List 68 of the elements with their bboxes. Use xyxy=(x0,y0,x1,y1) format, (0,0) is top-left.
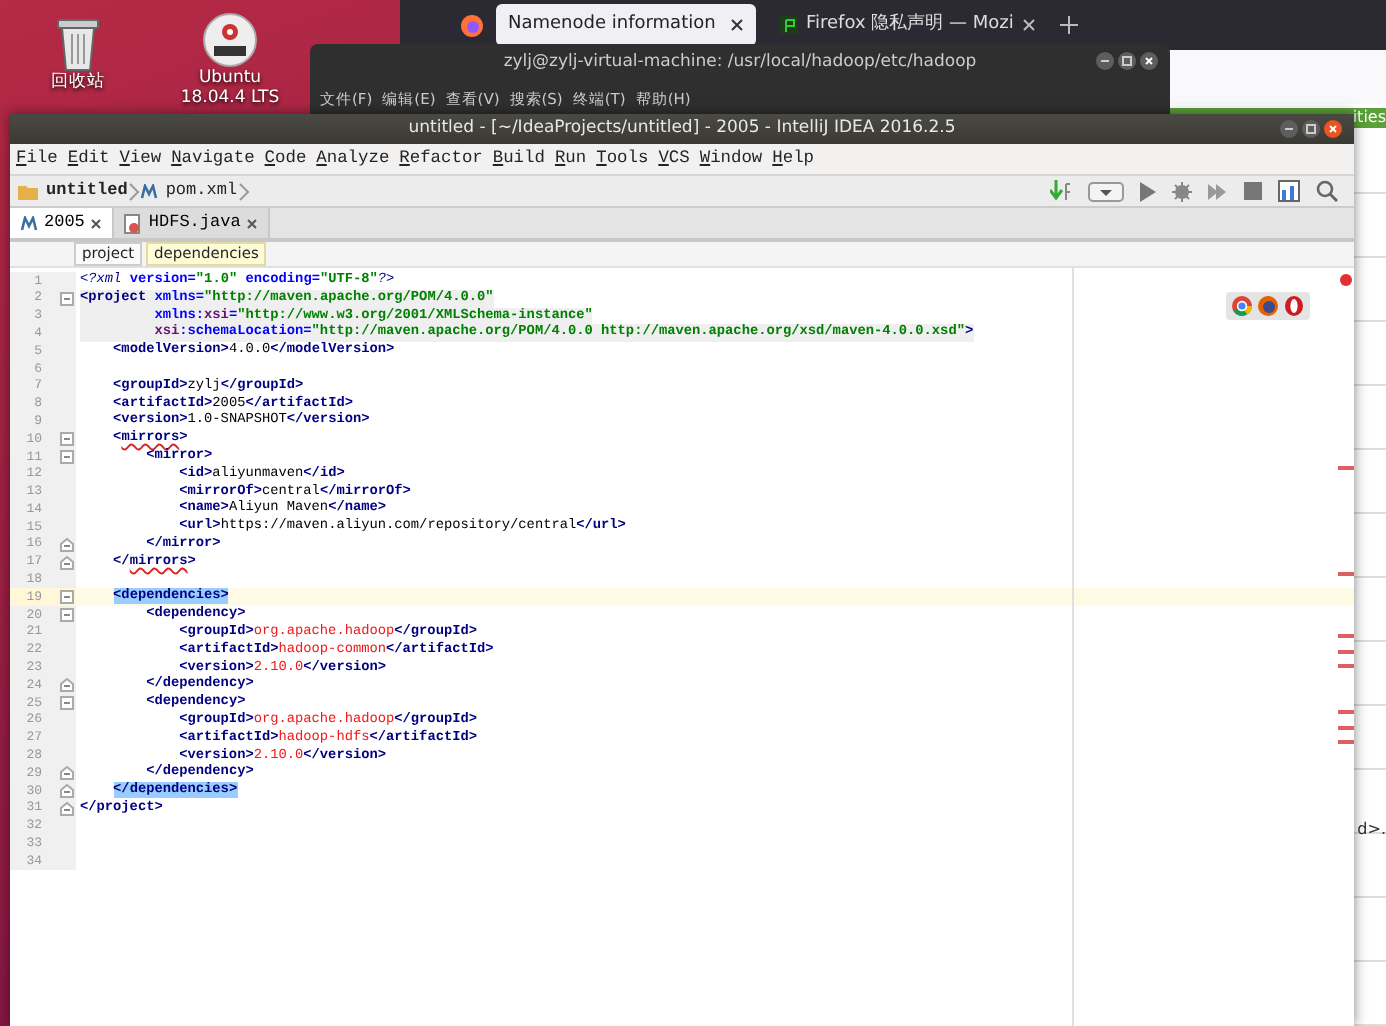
menu-item[interactable]: Run xyxy=(554,145,587,173)
menu-item[interactable]: Edit xyxy=(67,145,110,173)
menu-item[interactable]: Analyze xyxy=(316,145,390,173)
opera-icon[interactable] xyxy=(1284,296,1304,316)
fold-icon[interactable] xyxy=(60,432,74,447)
nav-path-item[interactable]: untitled xyxy=(46,178,128,204)
page-text: d>. xyxy=(1357,818,1386,842)
build-icon[interactable] xyxy=(1050,180,1072,202)
error-indicator-icon xyxy=(1340,274,1352,286)
desktop-icon-label[interactable]: 回收站 xyxy=(51,72,105,93)
fold-icon[interactable] xyxy=(60,449,74,464)
menu-item[interactable]: Navigate xyxy=(171,145,255,173)
maximize-icon[interactable] xyxy=(1302,120,1320,138)
window-title: zylj@zylj-virtual-machine: /usr/local/hadoop/etc/hadoop xyxy=(503,49,977,75)
folder-icon xyxy=(18,183,38,199)
minimize-icon[interactable] xyxy=(1096,52,1114,70)
close-icon[interactable] xyxy=(1324,120,1342,138)
fold-end-icon[interactable] xyxy=(60,537,74,552)
menu-item[interactable]: File xyxy=(16,145,58,173)
close-icon[interactable] xyxy=(730,18,744,32)
java-file-icon xyxy=(124,213,143,233)
chrome-icon[interactable] xyxy=(1232,296,1252,316)
menu-item[interactable]: Tools xyxy=(596,145,649,173)
coverage-icon[interactable] xyxy=(1208,181,1228,201)
project-structure-icon[interactable] xyxy=(1278,180,1300,202)
menu-item[interactable]: View xyxy=(119,145,162,173)
menu-item[interactable]: Code xyxy=(264,145,307,173)
fold-icon[interactable] xyxy=(60,590,74,605)
maximize-icon[interactable] xyxy=(1118,52,1136,70)
close-icon[interactable] xyxy=(90,217,103,229)
chevron-icon xyxy=(127,181,140,201)
chevron-icon xyxy=(237,181,250,201)
fold-end-icon[interactable] xyxy=(60,678,74,693)
menu-item[interactable]: Help xyxy=(772,145,814,173)
fold-end-icon[interactable] xyxy=(60,784,74,798)
fold-icon[interactable] xyxy=(60,696,74,711)
window-title: untitled - [~/IdeaProjects/untitled] - 2005 - IntelliJ IDEA 2016.2.5 xyxy=(408,116,956,142)
page-icon xyxy=(780,16,798,34)
editor-tab[interactable]: HDFS.java xyxy=(114,208,271,238)
fold-end-icon[interactable] xyxy=(60,555,74,570)
editor-tab[interactable]: 2005 xyxy=(10,208,115,238)
close-icon[interactable] xyxy=(1021,18,1036,32)
dropdown-icon[interactable] xyxy=(1088,181,1124,201)
menu-item[interactable]: VCS xyxy=(658,145,690,173)
error-stripe-mark[interactable] xyxy=(1338,465,1354,470)
fold-icon[interactable] xyxy=(60,608,74,623)
fold-end-icon[interactable] xyxy=(60,801,74,816)
firefox-icon[interactable] xyxy=(1258,296,1278,316)
fold-end-icon[interactable] xyxy=(60,766,74,781)
fold-icon[interactable] xyxy=(60,291,74,306)
close-icon[interactable] xyxy=(1140,52,1158,70)
run-icon[interactable] xyxy=(1140,181,1156,201)
browser-logo-icon xyxy=(460,13,484,37)
search-icon[interactable] xyxy=(1316,180,1338,202)
debug-icon[interactable] xyxy=(1172,181,1192,201)
maven-file-icon xyxy=(20,215,38,231)
browser-tab[interactable]: Namenode information xyxy=(496,4,756,46)
nav-path-item[interactable]: pom.xml xyxy=(165,178,238,204)
menu-item[interactable]: Refactor xyxy=(399,145,483,173)
error-stripe-mark[interactable] xyxy=(1338,572,1354,577)
disc-icon xyxy=(202,12,258,68)
minimize-icon[interactable] xyxy=(1280,120,1298,138)
banner-text: ities xyxy=(1352,106,1386,130)
menu-item[interactable]: Window xyxy=(699,145,763,173)
desktop-icon-label[interactable]: Ubuntu 18.04.4 LTS xyxy=(180,68,280,109)
menu-item[interactable]: Build xyxy=(492,145,545,173)
new-tab-icon[interactable] xyxy=(1059,16,1078,34)
maven-file-icon xyxy=(139,183,158,199)
